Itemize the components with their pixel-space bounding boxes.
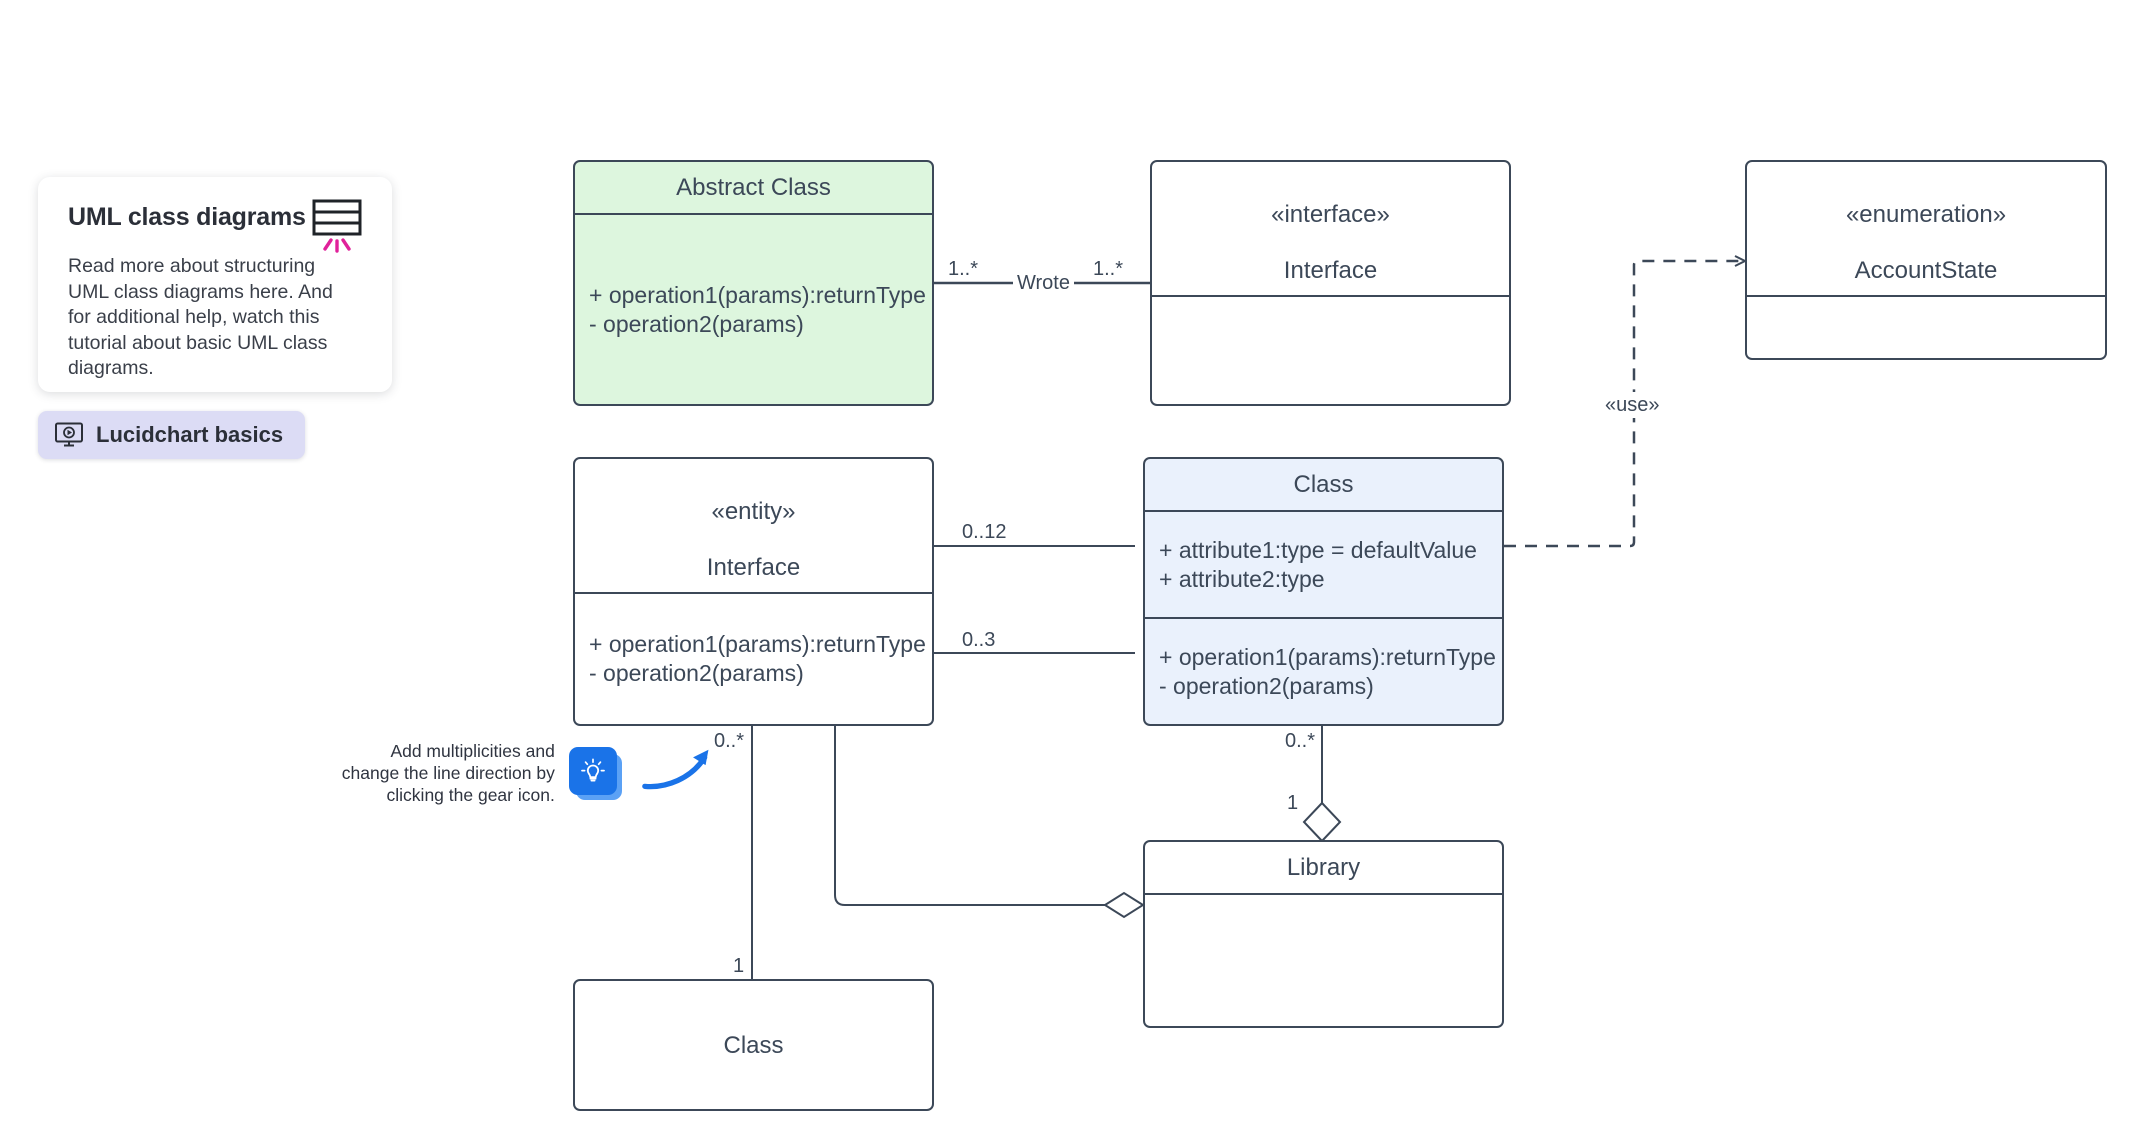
attribute-line: + attribute1:type = defaultValue xyxy=(1159,536,1477,563)
diagram-canvas: UML class diagrams Read more about struc… xyxy=(0,0,2156,1147)
multiplicity-wrote-source: 1..* xyxy=(948,258,979,280)
node-stereotype: «enumeration» xyxy=(1845,201,2007,228)
hint-callout: Add multiplicities and change the line d… xyxy=(338,740,716,806)
monitor-play-icon xyxy=(55,422,83,447)
node-title: Class xyxy=(723,1031,784,1059)
edge-label-wrote: Wrote xyxy=(1013,272,1074,294)
node-class-bottom[interactable]: Class xyxy=(573,979,934,1111)
aggregation-diamond-library-top xyxy=(1302,801,1342,843)
tile-front xyxy=(568,747,617,795)
operations-compartment: + operation1(params):returnType - operat… xyxy=(575,215,932,404)
node-title: Interface xyxy=(1283,257,1378,284)
operations-compartment: + operation1(params):returnType - operat… xyxy=(1145,617,1502,724)
attribute-line: + attribute2:type xyxy=(1159,565,1325,592)
operation-line: + operation1(params):returnType xyxy=(589,281,926,308)
members-compartment xyxy=(1145,895,1502,1026)
info-card-body: Read more about structuring UML class di… xyxy=(68,255,333,379)
aggregation-diamond-library-left xyxy=(1103,891,1145,919)
edge-label-use: «use» xyxy=(1602,392,1663,418)
multiplicity-wrote-target: 1..* xyxy=(1093,258,1124,280)
node-title: Library xyxy=(1145,842,1502,895)
members-compartment xyxy=(1152,297,1509,404)
multiplicity-class-library-target: 1 xyxy=(1287,792,1299,814)
node-stereotype: «entity» xyxy=(711,498,796,525)
node-title-block: «entity» Interface xyxy=(575,459,932,594)
node-title-block: «enumeration» AccountState xyxy=(1747,162,2105,297)
multiplicity-entity-class-b: 0..3 xyxy=(962,629,996,651)
node-library[interactable]: Library xyxy=(1143,840,1504,1028)
node-title: Abstract Class xyxy=(575,162,932,215)
node-stereotype: «interface» xyxy=(1271,201,1390,228)
node-title-block: «interface» Interface xyxy=(1152,162,1509,297)
attributes-compartment: + attribute1:type = defaultValue + attri… xyxy=(1145,512,1502,617)
node-enumeration[interactable]: «enumeration» AccountState xyxy=(1745,160,2107,360)
uml-class-box-icon xyxy=(312,199,362,253)
operations-compartment: + operation1(params):returnType - operat… xyxy=(575,594,932,724)
lucidchart-basics-label: Lucidchart basics xyxy=(96,422,284,447)
lightbulb-icon xyxy=(580,758,605,782)
node-title: Interface xyxy=(706,554,801,581)
operation-line: - operation2(params) xyxy=(589,310,804,337)
operation-line: - operation2(params) xyxy=(589,660,804,686)
node-title: AccountState xyxy=(1854,257,1998,284)
node-abstract-class[interactable]: Abstract Class + operation1(params):retu… xyxy=(573,160,934,406)
multiplicity-class-library-source: 0..* xyxy=(1285,730,1316,752)
multiplicity-entity-classbottom-target: 1 xyxy=(733,955,745,977)
node-title: Class xyxy=(1145,459,1502,512)
lightbulb-tile[interactable] xyxy=(568,747,622,800)
info-card: UML class diagrams Read more about struc… xyxy=(38,177,392,392)
node-entity-interface[interactable]: «entity» Interface + operation1(params):… xyxy=(573,457,934,726)
operation-line: + operation1(params):returnType xyxy=(589,631,926,657)
edge-entity-library xyxy=(834,726,1120,906)
lucidchart-basics-button[interactable]: Lucidchart basics xyxy=(38,411,306,459)
multiplicity-entity-classbottom-source: 0..* xyxy=(714,730,745,752)
operation-line: - operation2(params) xyxy=(1159,672,1374,699)
node-interface[interactable]: «interface» Interface xyxy=(1150,160,1511,406)
curved-arrow-icon xyxy=(642,749,709,790)
node-class[interactable]: Class + attribute1:type = defaultValue +… xyxy=(1143,457,1504,726)
multiplicity-entity-class-a: 0..12 xyxy=(962,521,1007,543)
hint-text: Add multiplicities and change the line d… xyxy=(341,741,555,805)
members-compartment xyxy=(1747,297,2105,358)
operation-line: + operation1(params):returnType xyxy=(1159,643,1496,670)
